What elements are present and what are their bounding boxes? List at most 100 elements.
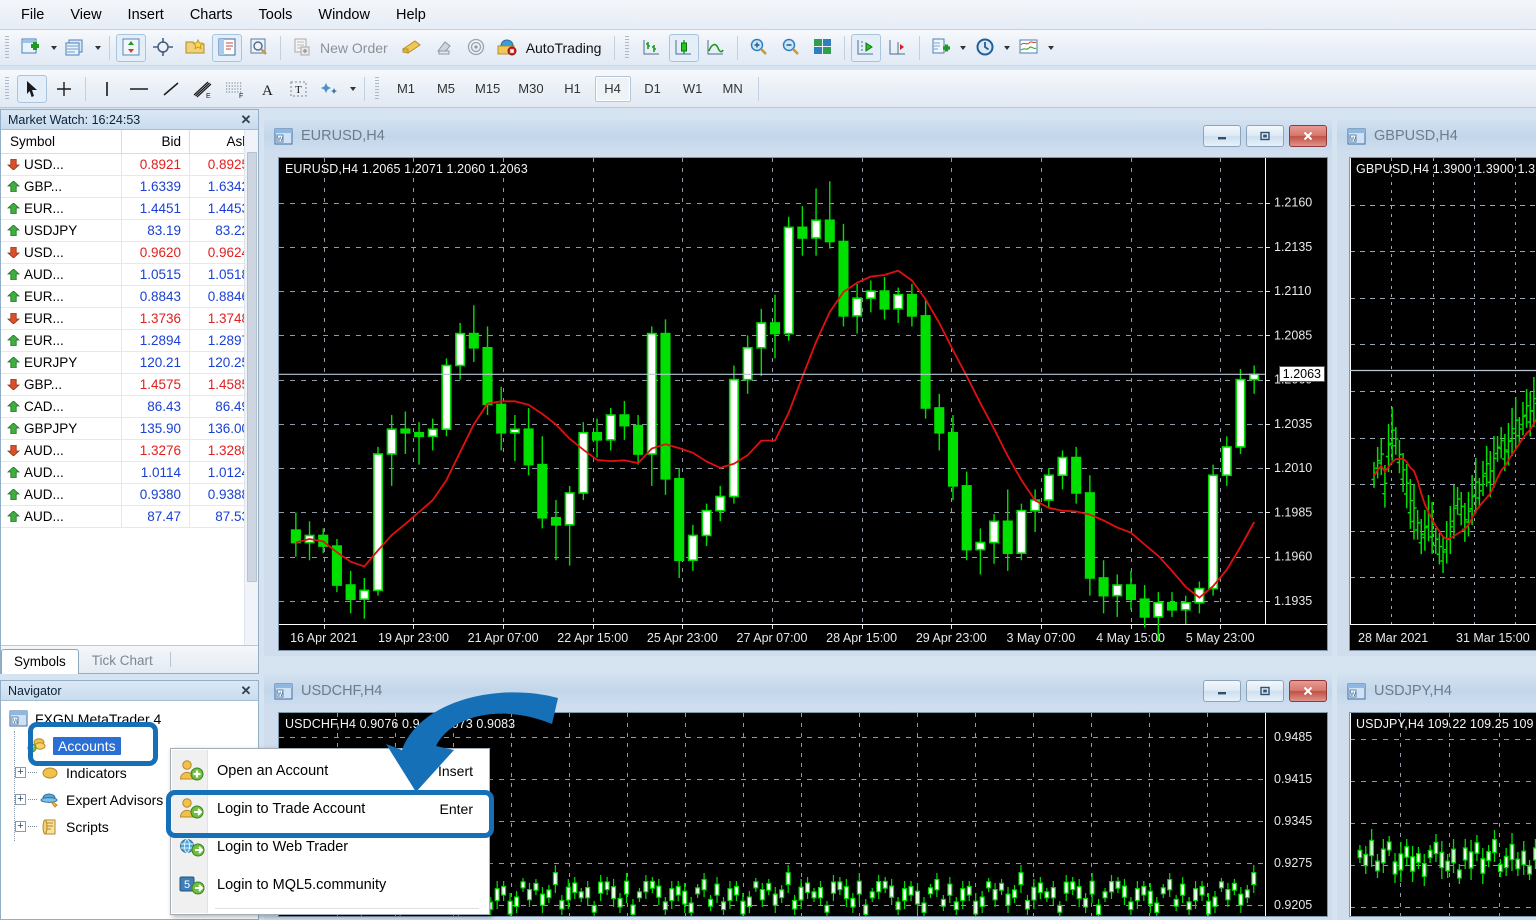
table-row[interactable]: USD... 0.9620 0.9624 bbox=[1, 241, 258, 264]
menu-item-login-to-web-trader[interactable]: Login to Web Trader bbox=[171, 828, 489, 866]
table-row[interactable]: USDJPY 83.19 83.22 bbox=[1, 219, 258, 242]
timeframe-m5[interactable]: M5 bbox=[428, 76, 464, 102]
toolbar-grip[interactable] bbox=[3, 35, 12, 60]
tab-symbols[interactable]: Symbols bbox=[1, 649, 79, 674]
table-row[interactable]: EUR... 1.3736 1.3748 bbox=[1, 307, 258, 330]
menu-charts[interactable]: Charts bbox=[177, 3, 246, 27]
expander-icon[interactable]: + bbox=[15, 794, 26, 805]
cursor-icon[interactable] bbox=[17, 74, 47, 103]
horizontal-line-icon[interactable] bbox=[124, 75, 154, 103]
column-header-symbol[interactable]: Symbol bbox=[1, 130, 123, 154]
menu-window[interactable]: Window bbox=[305, 3, 383, 27]
table-row[interactable]: GBP... 1.6339 1.6342 bbox=[1, 175, 258, 198]
chart-titlebar-eurusd[interactable]: W EURUSD,H4 bbox=[264, 119, 1332, 153]
profiles-dropdown-icon[interactable] bbox=[92, 34, 104, 62]
table-row[interactable]: AUD... 0.9380 0.9388 bbox=[1, 483, 258, 506]
timeframe-h4[interactable]: H4 bbox=[594, 75, 631, 102]
column-header-bid[interactable]: Bid bbox=[121, 130, 191, 154]
line-chart-icon[interactable] bbox=[701, 34, 731, 62]
terminal-icon[interactable] bbox=[212, 33, 242, 62]
vertical-line-icon[interactable] bbox=[92, 75, 122, 103]
market-watch-icon[interactable] bbox=[116, 33, 146, 62]
indicators-dropdown-icon[interactable] bbox=[957, 34, 969, 62]
profiles-icon[interactable] bbox=[61, 34, 91, 62]
restore-button[interactable] bbox=[1246, 680, 1284, 702]
new-chart-dropdown-icon[interactable] bbox=[48, 34, 60, 62]
fibonacci-retracement-icon[interactable]: F bbox=[220, 75, 250, 103]
chart-canvas-gbpusd[interactable]: GBPUSD,H4 1.3900 1.3900 1.3 28 Mar 2021 3… bbox=[1349, 157, 1536, 651]
menu-item-login-to-trade-account[interactable]: Login to Trade Account Enter bbox=[171, 790, 489, 828]
table-row[interactable]: CAD... 86.43 86.49 bbox=[1, 395, 258, 418]
toolbar-grip[interactable] bbox=[3, 76, 12, 101]
table-row[interactable]: GBP... 1.4575 1.4585 bbox=[1, 373, 258, 396]
close-icon[interactable]: ✕ bbox=[238, 112, 254, 128]
close-button[interactable] bbox=[1289, 680, 1327, 702]
chart-canvas-eurusd[interactable]: EURUSD,H4 1.2065 1.2071 1.2060 1.2063 1.… bbox=[278, 157, 1328, 651]
indicators-icon[interactable] bbox=[926, 34, 956, 62]
data-window-icon[interactable] bbox=[148, 34, 178, 62]
signals-icon[interactable] bbox=[461, 34, 491, 62]
toolbar-grip[interactable] bbox=[623, 35, 633, 60]
shapes-dropdown-icon[interactable] bbox=[347, 75, 359, 103]
new-order-icon[interactable] bbox=[287, 34, 317, 62]
restore-button[interactable] bbox=[1246, 125, 1284, 147]
table-row[interactable]: AUD... 1.3276 1.3288 bbox=[1, 439, 258, 462]
new-chart-icon[interactable] bbox=[17, 34, 47, 62]
zoom-in-icon[interactable] bbox=[744, 34, 774, 62]
metaeditor-icon[interactable] bbox=[397, 34, 427, 62]
market-watch-scrollbar[interactable] bbox=[244, 130, 258, 647]
equidistant-channel-icon[interactable]: E bbox=[188, 75, 218, 103]
new-order-label[interactable]: New Order bbox=[320, 40, 388, 56]
minimize-button[interactable] bbox=[1203, 125, 1241, 147]
table-row[interactable]: USD... 0.8921 0.8925 bbox=[1, 153, 258, 176]
templates-icon[interactable] bbox=[1014, 34, 1044, 62]
menu-insert[interactable]: Insert bbox=[115, 3, 177, 27]
table-row[interactable]: EUR... 1.4451 1.4453 bbox=[1, 197, 258, 220]
tab-tick-chart[interactable]: Tick Chart bbox=[79, 648, 166, 673]
table-row[interactable]: AUD... 1.0515 1.0518 bbox=[1, 263, 258, 286]
menu-item-open-an-account[interactable]: Open an Account Insert bbox=[171, 752, 489, 790]
templates-dropdown-icon[interactable] bbox=[1045, 34, 1057, 62]
autotrading-icon[interactable] bbox=[493, 34, 523, 62]
timeframe-d1[interactable]: D1 bbox=[635, 76, 671, 102]
chart-shift-icon[interactable] bbox=[883, 34, 913, 62]
timeframe-m15[interactable]: M15 bbox=[468, 76, 507, 102]
timeframe-h1[interactable]: H1 bbox=[555, 76, 591, 102]
menu-file[interactable]: File bbox=[8, 3, 57, 27]
periods-icon[interactable] bbox=[970, 34, 1000, 62]
tile-windows-icon[interactable] bbox=[808, 34, 838, 62]
text-icon[interactable]: A bbox=[252, 75, 282, 103]
table-row[interactable]: AUD... 87.47 87.53 bbox=[1, 505, 258, 528]
close-button[interactable] bbox=[1289, 125, 1327, 147]
zoom-out-icon[interactable] bbox=[776, 34, 806, 62]
strategy-tester-icon[interactable] bbox=[244, 34, 274, 62]
shapes-icon[interactable] bbox=[316, 75, 346, 103]
timeframe-w1[interactable]: W1 bbox=[675, 76, 711, 102]
chart-titlebar-usdchf[interactable]: W USDCHF,H4 bbox=[264, 674, 1332, 708]
table-row[interactable]: EURJPY 120.21 120.25 bbox=[1, 351, 258, 374]
expander-icon[interactable]: + bbox=[15, 767, 26, 778]
auto-scroll-icon[interactable] bbox=[851, 33, 882, 62]
minimize-button[interactable] bbox=[1203, 680, 1241, 702]
trendline-icon[interactable] bbox=[156, 75, 186, 103]
timeframe-m30[interactable]: M30 bbox=[511, 76, 550, 102]
scrollbar-thumb[interactable] bbox=[247, 152, 257, 582]
menu-help[interactable]: Help bbox=[383, 3, 439, 27]
bar-chart-icon[interactable] bbox=[637, 34, 667, 62]
menu-view[interactable]: View bbox=[57, 3, 114, 27]
autotrading-label[interactable]: AutoTrading bbox=[526, 40, 602, 56]
navigator-icon[interactable] bbox=[180, 34, 210, 62]
timeframe-m1[interactable]: M1 bbox=[388, 76, 424, 102]
periods-dropdown-icon[interactable] bbox=[1001, 34, 1013, 62]
expander-icon[interactable]: + bbox=[15, 821, 26, 832]
candlestick-chart-icon[interactable] bbox=[669, 33, 700, 62]
table-row[interactable]: EUR... 0.8843 0.8846 bbox=[1, 285, 258, 308]
chart-canvas-usdjpy[interactable]: USDJPY,H4 109.22 109.25 109 bbox=[1349, 712, 1536, 917]
toolbar-grip[interactable] bbox=[373, 76, 382, 101]
table-row[interactable]: GBPJPY 135.90 136.00 bbox=[1, 417, 258, 440]
menu-tools[interactable]: Tools bbox=[246, 3, 306, 27]
table-row[interactable]: AUD... 1.0114 1.0124 bbox=[1, 461, 258, 484]
text-label-icon[interactable]: T bbox=[284, 75, 314, 103]
tree-item-terminal[interactable]: W FXGN MetaTrader 4 bbox=[7, 705, 258, 732]
crosshair-icon[interactable] bbox=[49, 75, 79, 103]
